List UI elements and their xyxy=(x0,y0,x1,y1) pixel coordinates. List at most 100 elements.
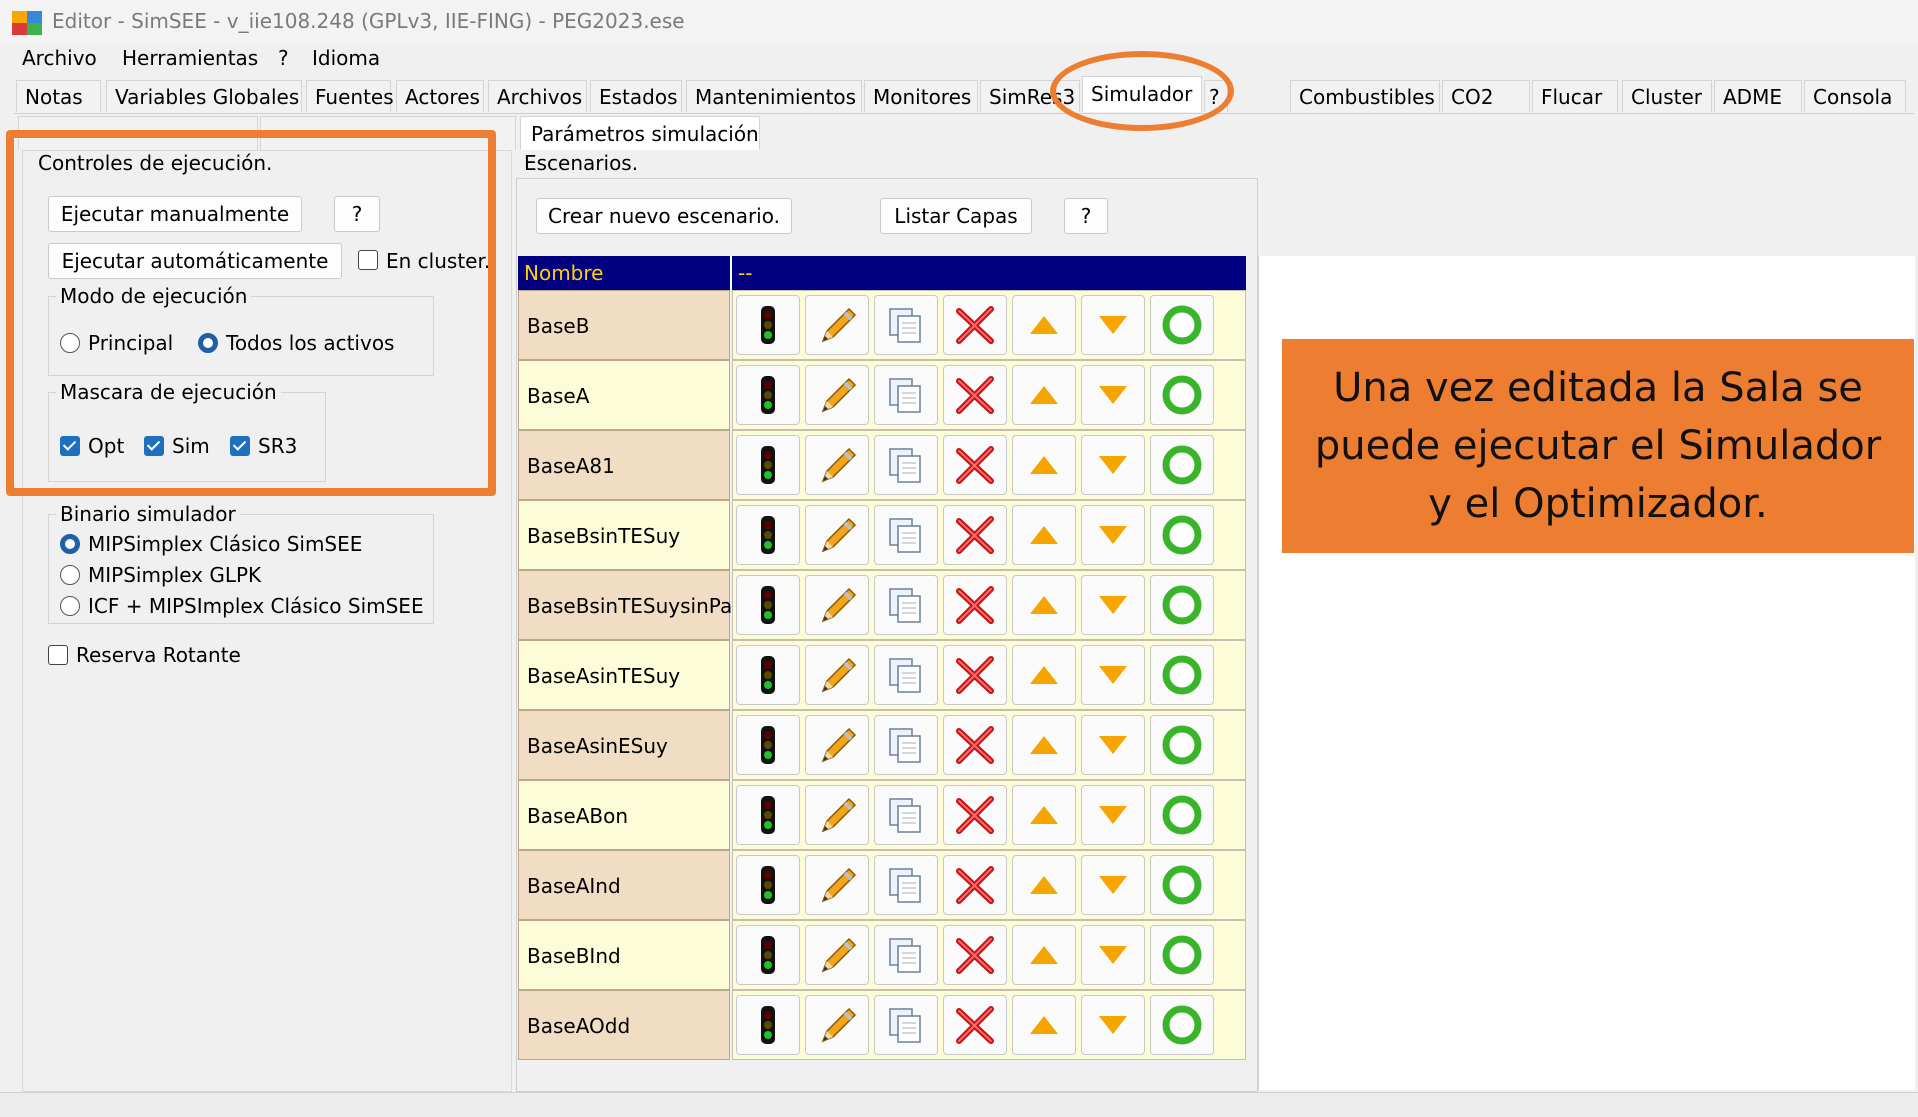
delete-x-icon[interactable] xyxy=(943,925,1007,985)
scenario-name-basebsintesuy[interactable]: BaseBsinTESuy xyxy=(518,500,730,570)
tab-combustibles[interactable]: Combustibles xyxy=(1290,80,1440,112)
move-up-icon[interactable] xyxy=(1012,855,1076,915)
subtab-parametros-simulacion[interactable]: Parámetros simulación xyxy=(520,116,760,150)
tab-monitores[interactable]: Monitores xyxy=(864,80,978,112)
traffic-light-icon[interactable] xyxy=(736,925,800,985)
pencil-icon[interactable] xyxy=(805,645,869,705)
traffic-light-icon[interactable] xyxy=(736,295,800,355)
move-down-icon[interactable] xyxy=(1081,785,1145,845)
move-down-icon[interactable] xyxy=(1081,365,1145,425)
scenario-name-basebsintesuysinpal[interactable]: BaseBsinTESuysinPal xyxy=(518,570,738,640)
traffic-light-icon[interactable] xyxy=(736,505,800,565)
pencil-icon[interactable] xyxy=(805,995,869,1055)
traffic-light-icon[interactable] xyxy=(736,365,800,425)
pencil-icon[interactable] xyxy=(805,435,869,495)
move-down-icon[interactable] xyxy=(1081,925,1145,985)
move-down-icon[interactable] xyxy=(1081,995,1145,1055)
move-up-icon[interactable] xyxy=(1012,505,1076,565)
delete-x-icon[interactable] xyxy=(943,365,1007,425)
scenario-name-baseb[interactable]: BaseB xyxy=(518,290,730,360)
traffic-light-icon[interactable] xyxy=(736,715,800,775)
active-circle-icon[interactable] xyxy=(1150,575,1214,635)
reserva-rotante-checkbox[interactable] xyxy=(48,645,68,665)
move-down-icon[interactable] xyxy=(1081,435,1145,495)
pencil-icon[interactable] xyxy=(805,715,869,775)
active-circle-icon[interactable] xyxy=(1150,715,1214,775)
pencil-icon[interactable] xyxy=(805,855,869,915)
pencil-icon[interactable] xyxy=(805,575,869,635)
tab-estados[interactable]: Estados xyxy=(590,80,682,112)
active-circle-icon[interactable] xyxy=(1150,925,1214,985)
tab-notas[interactable]: Notas xyxy=(16,80,101,112)
copy-icon[interactable] xyxy=(874,855,938,915)
move-down-icon[interactable] xyxy=(1081,715,1145,775)
tab-co2[interactable]: CO2 xyxy=(1442,80,1530,112)
copy-icon[interactable] xyxy=(874,715,938,775)
traffic-light-icon[interactable] xyxy=(736,785,800,845)
pencil-icon[interactable] xyxy=(805,785,869,845)
copy-icon[interactable] xyxy=(874,295,938,355)
tab-consola[interactable]: Consola xyxy=(1804,80,1906,112)
move-up-icon[interactable] xyxy=(1012,435,1076,495)
move-up-icon[interactable] xyxy=(1012,575,1076,635)
traffic-light-icon[interactable] xyxy=(736,575,800,635)
active-circle-icon[interactable] xyxy=(1150,435,1214,495)
pencil-icon[interactable] xyxy=(805,925,869,985)
move-up-icon[interactable] xyxy=(1012,715,1076,775)
menu-herramientas[interactable]: Herramientas xyxy=(122,46,258,70)
active-circle-icon[interactable] xyxy=(1150,365,1214,425)
tab-variables-globales[interactable]: Variables Globales xyxy=(106,80,302,112)
delete-x-icon[interactable] xyxy=(943,645,1007,705)
crear-escenario-button[interactable]: Crear nuevo escenario. xyxy=(536,198,792,234)
delete-x-icon[interactable] xyxy=(943,715,1007,775)
copy-icon[interactable] xyxy=(874,435,938,495)
scenario-name-basebind[interactable]: BaseBInd xyxy=(518,920,730,990)
move-up-icon[interactable] xyxy=(1012,925,1076,985)
pencil-icon[interactable] xyxy=(805,505,869,565)
binario-icf-radio[interactable] xyxy=(60,596,80,616)
active-circle-icon[interactable] xyxy=(1150,855,1214,915)
move-down-icon[interactable] xyxy=(1081,295,1145,355)
copy-icon[interactable] xyxy=(874,645,938,705)
traffic-light-icon[interactable] xyxy=(736,645,800,705)
scenario-name-basea81[interactable]: BaseA81 xyxy=(518,430,730,500)
move-up-icon[interactable] xyxy=(1012,295,1076,355)
pencil-icon[interactable] xyxy=(805,295,869,355)
delete-x-icon[interactable] xyxy=(943,295,1007,355)
move-up-icon[interactable] xyxy=(1012,995,1076,1055)
active-circle-icon[interactable] xyxy=(1150,645,1214,705)
pencil-icon[interactable] xyxy=(805,365,869,425)
delete-x-icon[interactable] xyxy=(943,575,1007,635)
delete-x-icon[interactable] xyxy=(943,855,1007,915)
tab-cluster[interactable]: Cluster xyxy=(1622,80,1712,112)
scenario-name-basea[interactable]: BaseA xyxy=(518,360,730,430)
move-up-icon[interactable] xyxy=(1012,645,1076,705)
copy-icon[interactable] xyxy=(874,925,938,985)
active-circle-icon[interactable] xyxy=(1150,505,1214,565)
binario-glpk-radio[interactable] xyxy=(60,565,80,585)
tab-adme[interactable]: ADME xyxy=(1714,80,1802,112)
move-up-icon[interactable] xyxy=(1012,785,1076,845)
scenario-name-baseabon[interactable]: BaseABon xyxy=(518,780,730,850)
menu-idioma[interactable]: Idioma xyxy=(312,46,380,70)
copy-icon[interactable] xyxy=(874,575,938,635)
copy-icon[interactable] xyxy=(874,785,938,845)
scenario-name-baseaind[interactable]: BaseAInd xyxy=(518,850,730,920)
binario-clasico-radio[interactable] xyxy=(60,534,80,554)
move-down-icon[interactable] xyxy=(1081,505,1145,565)
active-circle-icon[interactable] xyxy=(1150,995,1214,1055)
move-down-icon[interactable] xyxy=(1081,575,1145,635)
tab-mantenimientos[interactable]: Mantenimientos xyxy=(686,80,862,112)
tab-actores[interactable]: Actores xyxy=(396,80,484,112)
copy-icon[interactable] xyxy=(874,365,938,425)
scenario-name-baseaodd[interactable]: BaseAOdd xyxy=(518,990,730,1060)
delete-x-icon[interactable] xyxy=(943,785,1007,845)
scenario-name-baseasintesuy[interactable]: BaseAsinTESuy xyxy=(518,640,730,710)
escenarios-help-button[interactable]: ? xyxy=(1064,198,1108,234)
delete-x-icon[interactable] xyxy=(943,435,1007,495)
delete-x-icon[interactable] xyxy=(943,505,1007,565)
menu-help[interactable]: ? xyxy=(278,46,289,70)
traffic-light-icon[interactable] xyxy=(736,995,800,1055)
copy-icon[interactable] xyxy=(874,505,938,565)
scenario-name-baseasinesuy[interactable]: BaseAsinESuy xyxy=(518,710,730,780)
